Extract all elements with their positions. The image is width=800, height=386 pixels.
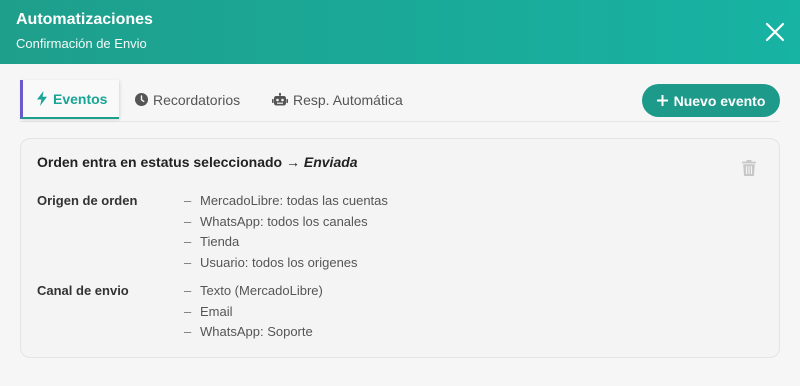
tab-resp-automatica[interactable]: Resp. Automática	[272, 80, 403, 119]
robot-icon	[272, 93, 288, 106]
list-item: – Email	[184, 303, 233, 319]
canal-list: – Texto (MercadoLibre) – Email – WhatsApp: …	[184, 281, 323, 343]
origen-list: – MercadoLibre: todas las cuentas – WhatsA…	[184, 191, 388, 273]
list-item: – WhatsApp: Soporte	[184, 324, 313, 340]
clock-icon	[135, 93, 148, 106]
trigger-text: Orden entra en estatus seleccionado	[37, 154, 283, 170]
modal-title: Automatizaciones	[16, 11, 153, 28]
trigger-status: Enviada	[303, 154, 358, 170]
close-button[interactable]	[764, 21, 786, 43]
new-event-button[interactable]: Nuevo evento	[642, 84, 780, 117]
modal-header: Automatizaciones Confirmación de Envio	[0, 0, 800, 64]
close-icon	[765, 22, 785, 42]
trigger-arrow: →	[285, 154, 300, 170]
list-item: – WhatsApp: todos los canales	[184, 213, 368, 229]
list-item: – Tienda	[184, 234, 240, 250]
list-item: – Usuario: todos los origenes	[184, 254, 358, 270]
new-event-label: Nuevo evento	[673, 92, 766, 109]
plus-icon	[656, 95, 668, 106]
section-label-origen: Origen de orden	[37, 193, 138, 208]
tab-label: Resp. Automática	[293, 91, 403, 108]
tab-label: Recordatorios	[153, 91, 241, 108]
event-card: Orden entra en estatus seleccionado → En…	[20, 138, 780, 358]
trash-icon	[742, 160, 756, 176]
tab-label: Eventos	[53, 90, 108, 107]
modal-subtitle: Confirmación de Envio	[16, 36, 147, 51]
section-label-canal: Canal de envio	[37, 283, 129, 298]
tab-recordatorios[interactable]: Recordatorios	[135, 80, 240, 119]
list-item: – Texto (MercadoLibre)	[184, 283, 323, 298]
event-trigger: Orden entra en estatus seleccionado → En…	[37, 154, 358, 170]
delete-event-button[interactable]	[742, 160, 758, 178]
bolt-icon	[37, 91, 47, 106]
list-item: – MercadoLibre: todas las cuentas	[184, 193, 388, 208]
tab-eventos[interactable]: Eventos	[20, 80, 119, 119]
